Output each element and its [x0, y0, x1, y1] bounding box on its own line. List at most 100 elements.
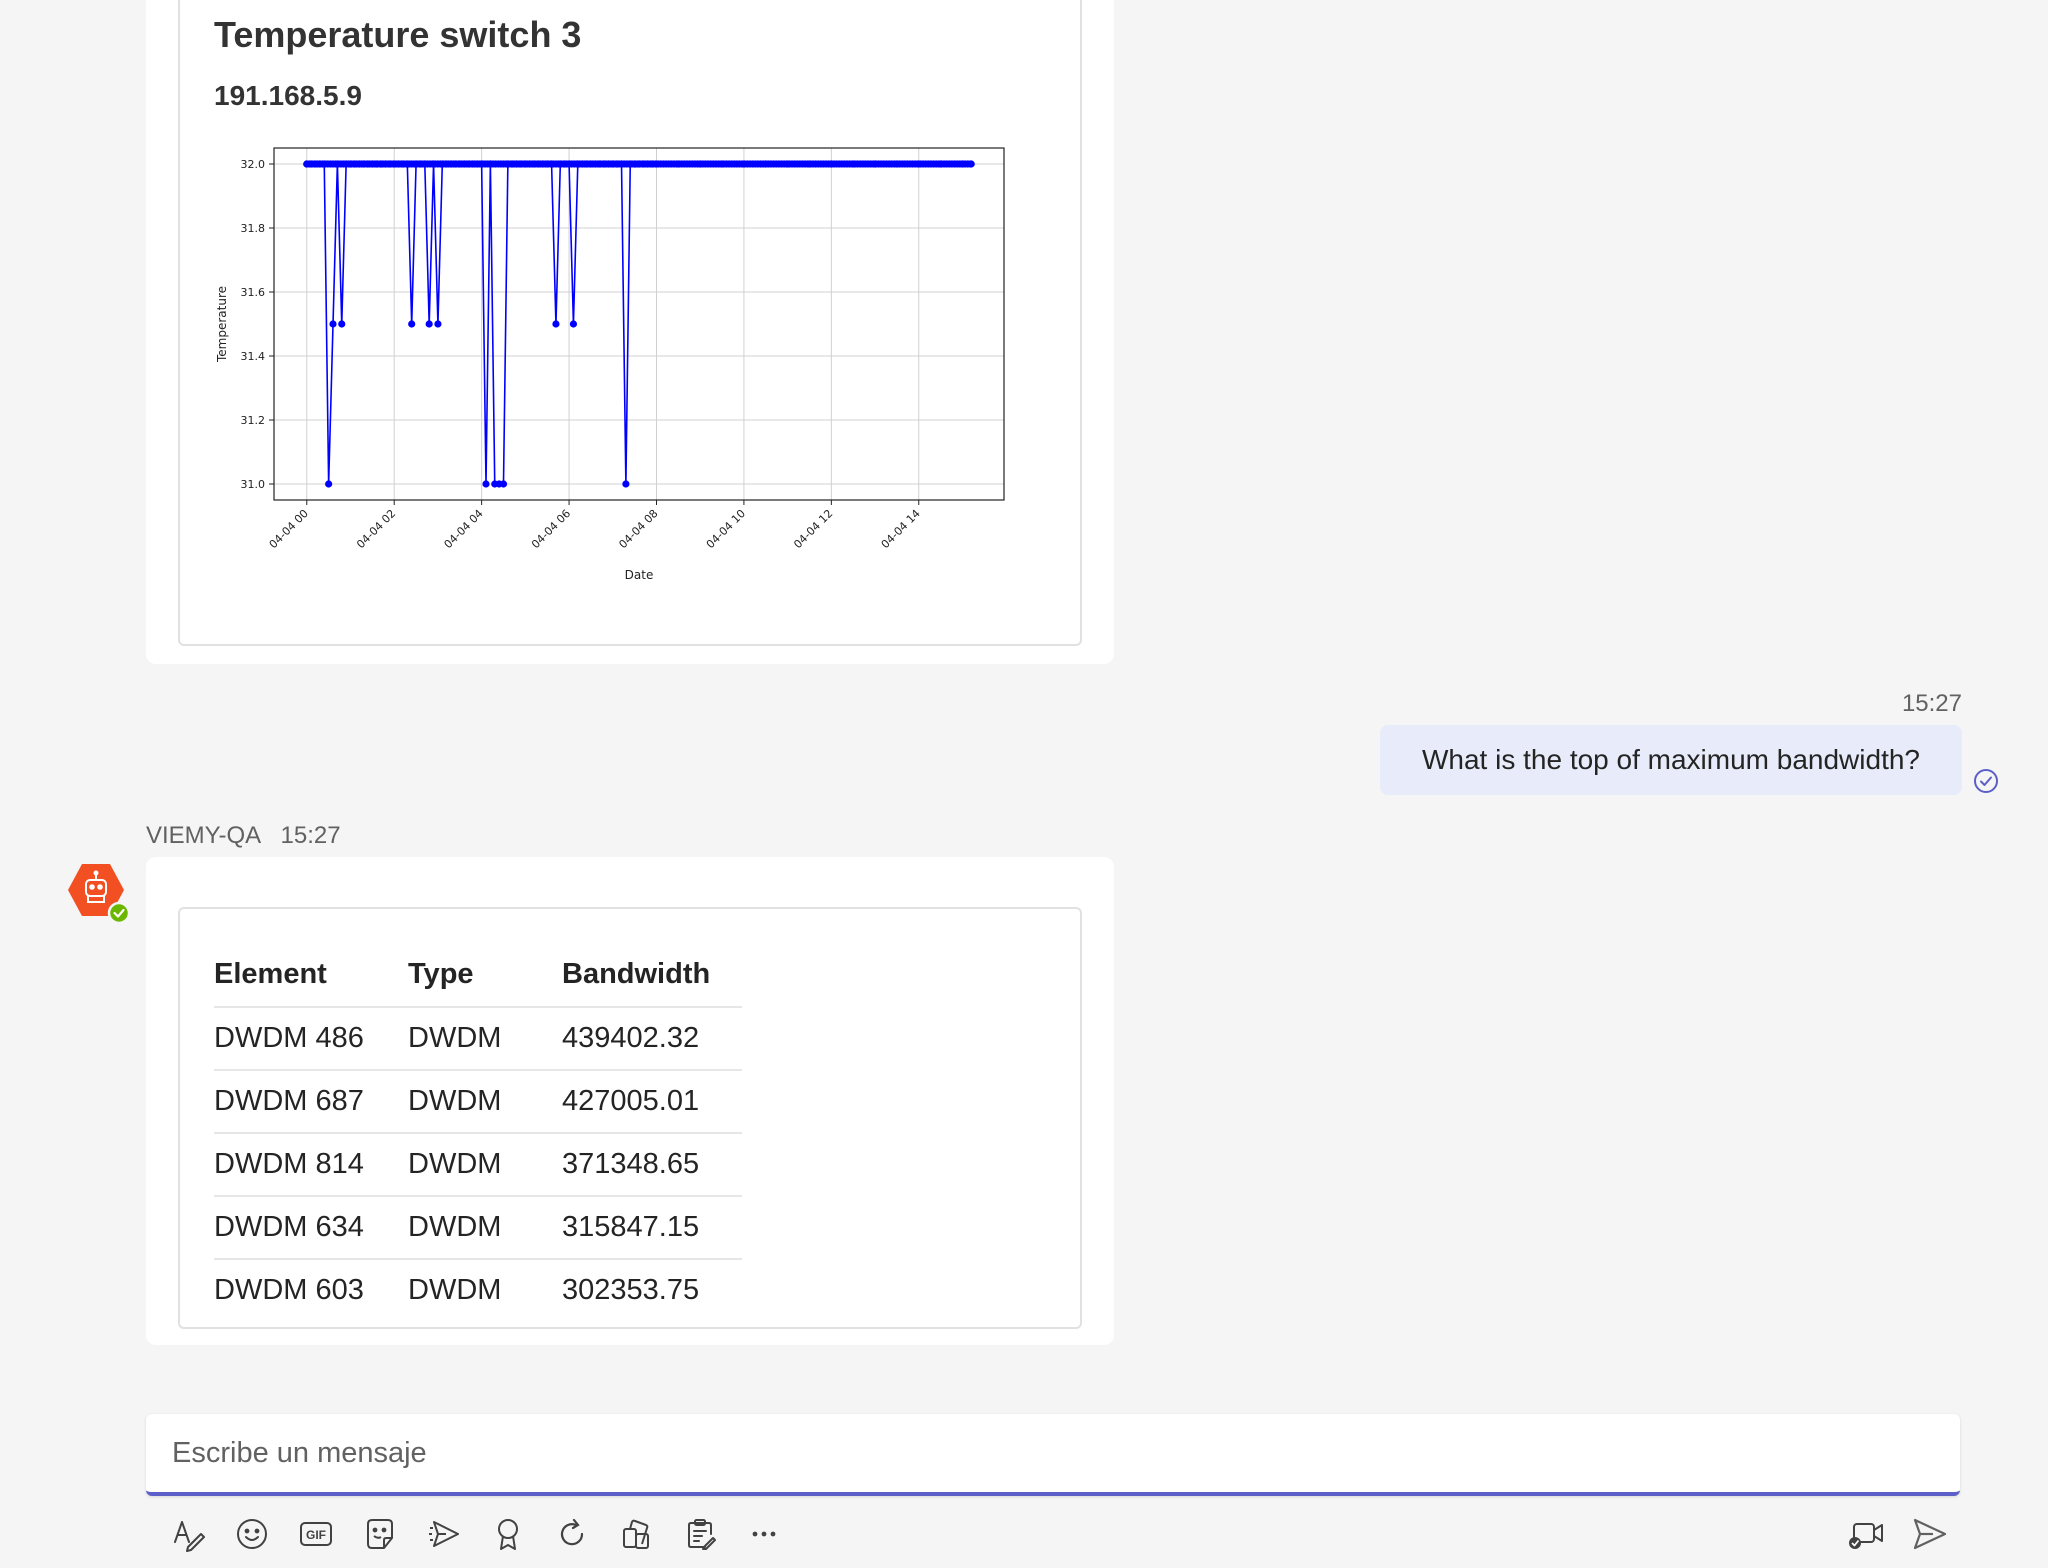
praise-icon: [498, 1519, 518, 1550]
data-point: [967, 160, 975, 168]
data-point: [338, 320, 346, 328]
cell-element: DWDM 603: [214, 1258, 408, 1321]
y-axis-label: Temperature: [215, 286, 229, 363]
table-row: DWDM 687 DWDM 427005.01: [214, 1069, 742, 1132]
sticker-button[interactable]: [348, 1510, 412, 1558]
data-point: [958, 160, 967, 168]
cell-bandwidth: 302353.75: [562, 1258, 742, 1321]
data-point: [827, 160, 835, 168]
y-tick-label: 31.2: [241, 414, 266, 427]
y-tick-label: 31.0: [241, 478, 266, 491]
send-button[interactable]: [1898, 1510, 1962, 1558]
bot-avatar[interactable]: [64, 862, 134, 932]
more-options-icon: [752, 1531, 776, 1537]
data-point: [893, 160, 901, 168]
header-type: Type: [408, 958, 474, 990]
emoji-button[interactable]: [220, 1510, 284, 1558]
table-row: DWDM 634 DWDM 315847.15: [214, 1195, 742, 1258]
meet-now-icon: [1849, 1523, 1883, 1549]
meet-now-button[interactable]: [1834, 1510, 1898, 1558]
x-axis-label: Date: [625, 568, 654, 582]
data-point: [547, 160, 556, 168]
data-point: [696, 160, 704, 168]
data-point: [429, 160, 438, 168]
chart-message-card: Temperature switch 3 191.168.5.9 31.0 31.…: [146, 0, 1114, 664]
emoji-icon: [237, 1519, 267, 1549]
cell-element: DWDM 634: [214, 1195, 408, 1258]
send-icon: [1913, 1518, 1947, 1550]
bot-message-card: Element Type Bandwidth DWDM 486 DWDM 439…: [146, 857, 1114, 1345]
data-point: [552, 320, 560, 328]
y-tick-label: 31.6: [241, 286, 266, 299]
series-line: [306, 163, 972, 485]
data-point: [622, 480, 630, 488]
x-tick-label: 04-04 08: [616, 507, 660, 551]
data-point: [325, 480, 333, 488]
data-point: [486, 160, 494, 168]
praise-button[interactable]: [476, 1510, 540, 1558]
read-receipt-icon: [1974, 769, 1998, 793]
y-tick-label: 31.4: [241, 350, 266, 363]
cell-bandwidth: 315847.15: [562, 1195, 742, 1258]
bandwidth-table: Element Type Bandwidth DWDM 486 DWDM 439…: [214, 943, 742, 1321]
data-point: [805, 160, 814, 168]
x-tick-label: 04-04 14: [879, 507, 923, 551]
bandwidth-adaptive-card: Element Type Bandwidth DWDM 486 DWDM 439…: [178, 907, 1082, 1329]
user-message-text: What is the top of maximum bandwidth?: [1421, 744, 1920, 775]
header-element: Element: [214, 958, 327, 990]
data-point: [849, 160, 857, 168]
cell-bandwidth: 427005.01: [562, 1069, 742, 1132]
data-point: [421, 160, 429, 168]
x-tick-label: 04-04 00: [267, 507, 311, 551]
compose-toolbar: GIF: [156, 1510, 796, 1558]
cell-bandwidth: 371348.65: [562, 1132, 742, 1195]
header-bandwidth: Bandwidth: [562, 958, 711, 990]
chart-adaptive-card: Temperature switch 3 191.168.5.9 31.0 31.…: [178, 0, 1082, 646]
data-point: [937, 160, 945, 168]
user-message-time: 15:27: [1901, 690, 1962, 717]
data-point: [718, 160, 726, 168]
data-point: [329, 320, 337, 328]
gif-icon: GIF: [300, 1522, 332, 1546]
data-point: [478, 160, 486, 168]
temperature-chart: 31.0 31.2 31.4 31.6 31.8 32.0 04-04 00 04-04 02…: [215, 147, 1005, 582]
gif-button[interactable]: GIF: [284, 1510, 348, 1558]
cell-type: DWDM: [408, 1132, 562, 1195]
message-input[interactable]: [172, 1432, 1872, 1474]
y-tick-label: 31.8: [241, 222, 266, 235]
table-row: DWDM 814 DWDM 371348.65: [214, 1132, 742, 1195]
data-point: [565, 160, 573, 168]
data-point: [320, 160, 328, 168]
table-header-row: Element Type Bandwidth: [214, 943, 742, 1006]
x-tick-label: 04-04 04: [442, 507, 486, 551]
x-tick-label: 04-04 06: [529, 507, 573, 551]
data-point: [871, 160, 879, 168]
data-point: [482, 480, 490, 488]
schedule-send-button[interactable]: [412, 1510, 476, 1558]
bot-sender-name: VIEMY-QA: [146, 822, 260, 849]
cell-bandwidth: 439402.32: [562, 1006, 742, 1069]
format-button[interactable]: [156, 1510, 220, 1558]
data-point: [408, 320, 416, 328]
data-point: [915, 160, 923, 168]
plot-frame: [273, 147, 1005, 501]
cell-type: DWDM: [408, 1195, 562, 1258]
schedule-send-icon: [429, 1521, 459, 1547]
data-point: [784, 160, 792, 168]
loop-button[interactable]: [540, 1510, 604, 1558]
table-row: DWDM 486 DWDM 439402.32: [214, 1006, 742, 1069]
cell-element: DWDM 486: [214, 1006, 408, 1069]
cell-element: DWDM 814: [214, 1132, 408, 1195]
more-options-button[interactable]: [732, 1510, 796, 1558]
apps-button[interactable]: [604, 1510, 668, 1558]
user-message-bubble[interactable]: What is the top of maximum bandwidth?: [1380, 725, 1962, 795]
y-tick-label: 32.0: [241, 158, 266, 171]
x-tick-label: 04-04 02: [354, 507, 398, 551]
data-point: [569, 320, 578, 328]
compose-box[interactable]: [146, 1414, 1960, 1496]
bot-message-header: VIEMY-QA 15:27: [146, 822, 341, 850]
data-point: [425, 320, 433, 328]
data-point: [617, 160, 626, 168]
data-point: [333, 160, 341, 168]
forms-button[interactable]: [668, 1510, 732, 1558]
